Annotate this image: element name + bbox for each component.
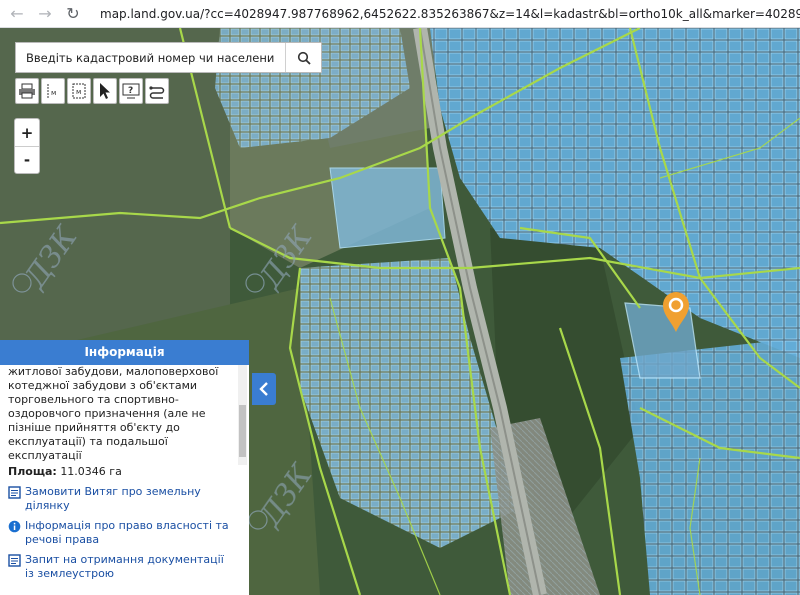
order-extract-link-text[interactable]: Замовити Витяг про земельну ділянку [25,485,235,513]
info-panel: Інформація житлової забудови, малоповерх… [0,340,249,595]
chevron-left-icon [259,382,268,396]
search-input[interactable] [16,43,285,72]
ownership-info-link-text[interactable]: Інформація про право власності та речові… [25,519,235,547]
browser-bar: ← → ↻ map.land.gov.ua/?cc=4028947.987768… [0,0,800,28]
info-panel-title: Інформація [0,340,249,365]
svg-text:м: м [51,89,56,97]
help-icon: ? [122,83,140,99]
parcel-purpose-text: житлової забудови, малоповерхової котедж… [8,365,219,461]
select-tool-button[interactable] [93,78,117,104]
search-button[interactable] [285,43,321,72]
info-scrollbar[interactable] [238,365,247,465]
collapse-panel-button[interactable] [252,373,276,405]
measure-distance-icon: м [47,84,56,98]
svg-text:м: м [76,88,81,96]
info-panel-body: житлової забудови, малоповерхової котедж… [0,365,249,595]
zoom-in-button[interactable]: + [15,119,39,146]
area-value: 11.0346 га [60,465,122,478]
layers-button[interactable] [145,78,169,104]
document-icon [8,486,21,499]
parcel-area: Площа: 11.0346 га [8,465,235,479]
help-button[interactable]: ? [119,78,143,104]
measure-area-icon: м [72,83,86,99]
ownership-info-link[interactable]: Інформація про право власності та речові… [8,519,235,547]
forward-arrow-icon[interactable]: → [34,3,56,25]
zoom-out-button[interactable]: - [15,146,39,173]
map-toolbar: м м ? [15,78,169,104]
svg-text:?: ? [128,86,133,96]
address-bar[interactable]: map.land.gov.ua/?cc=4028947.987768962,64… [94,3,800,25]
area-label: Площа: [8,465,57,478]
measure-distance-button[interactable]: м [41,78,65,104]
measure-area-button[interactable]: м [67,78,91,104]
document-icon [8,554,21,567]
printer-icon [19,83,35,99]
print-button[interactable] [15,78,39,104]
cadastral-search [15,42,322,73]
zoom-control: + - [14,118,40,174]
documentation-request-link[interactable]: Запит на отримання документації із земле… [8,553,235,581]
select-cursor-icon [100,83,110,99]
back-arrow-icon[interactable]: ← [6,3,28,25]
reload-icon[interactable]: ↻ [62,3,84,25]
documentation-request-link-text[interactable]: Запит на отримання документації із земле… [25,553,235,581]
info-icon [8,520,21,533]
info-scrollbar-thumb[interactable] [239,405,246,457]
layers-swap-icon [149,86,165,99]
search-icon [297,51,311,65]
url-text: map.land.gov.ua/?cc=4028947.987768962,64… [100,6,800,21]
order-extract-link[interactable]: Замовити Витяг про земельну ділянку [8,485,235,513]
location-marker-icon[interactable] [661,291,691,333]
